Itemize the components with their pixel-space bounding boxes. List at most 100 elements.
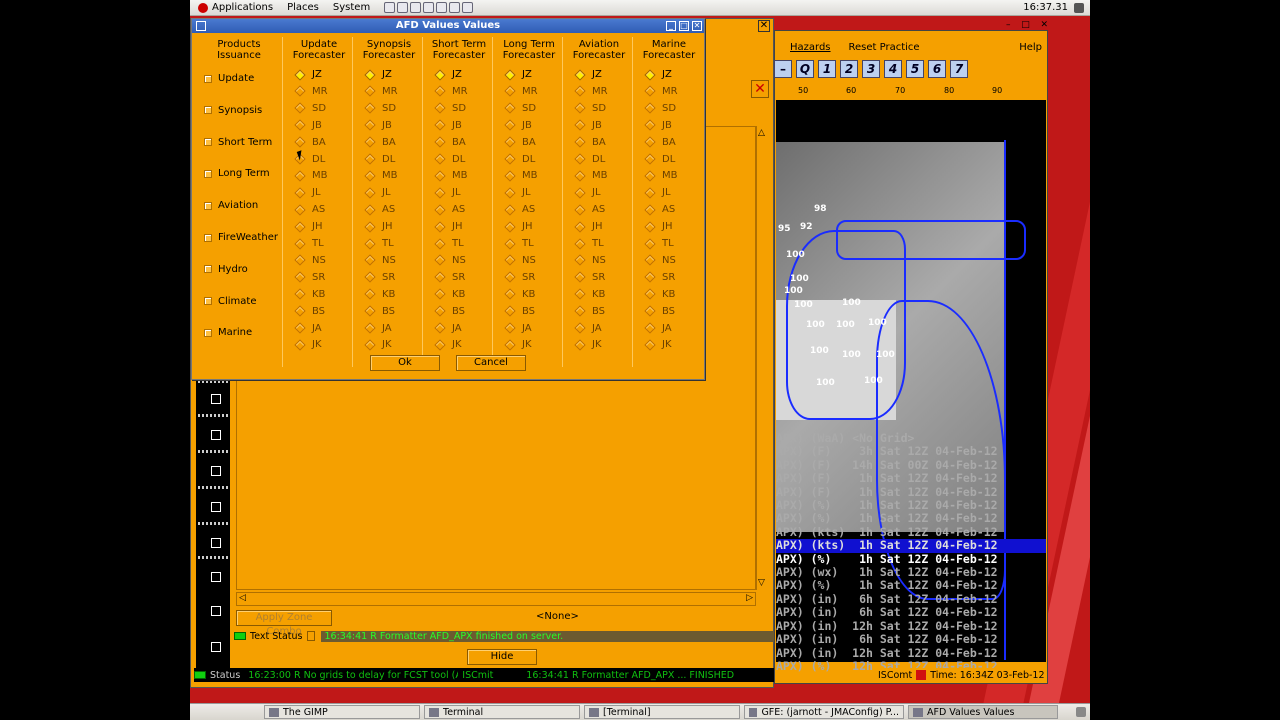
forecaster-radio[interactable]: JL <box>434 187 461 199</box>
grid-list-item[interactable]: APX) (%) 1h Sat 12Z 04-Feb-12 <box>776 498 1046 512</box>
forecaster-radio[interactable]: SD <box>504 102 536 114</box>
cancel-button[interactable]: Cancel <box>456 355 526 371</box>
task-afd-values[interactable]: AFD Values Values <box>908 705 1058 719</box>
grid-list-item[interactable]: APX) (%) 1h Sat 12Z 04-Feb-12 <box>776 579 1046 593</box>
forecaster-radio[interactable]: JZ <box>504 68 532 81</box>
forecaster-radio[interactable]: SR <box>574 271 605 283</box>
forecaster-radio[interactable]: BA <box>644 136 676 148</box>
forecaster-radio[interactable]: JK <box>574 339 602 351</box>
product-checkbox[interactable]: Hydro <box>204 264 248 275</box>
forecaster-radio[interactable]: JL <box>504 187 531 199</box>
time-scale[interactable]: 50 60 70 80 90 <box>776 84 1046 98</box>
forecaster-radio[interactable]: AS <box>364 204 395 216</box>
vertical-scrollbar[interactable]: △ ▽ <box>756 126 770 590</box>
forecaster-radio[interactable]: TL <box>434 237 464 250</box>
forecaster-radio[interactable]: KB <box>434 288 465 300</box>
dialog-title-bar[interactable]: AFD Values Values _ □ ✕ <box>192 19 704 33</box>
forecaster-radio[interactable]: NS <box>574 254 606 267</box>
forecaster-radio[interactable]: AS <box>574 204 605 216</box>
grid-list-item[interactable]: APX) (wx) 1h Sat 12Z 04-Feb-12 <box>776 565 1046 579</box>
forecaster-radio[interactable]: AS <box>294 204 325 216</box>
forecaster-radio[interactable]: DL <box>364 153 395 165</box>
forecaster-radio[interactable]: JK <box>434 339 462 351</box>
close-icon[interactable]: ✕ <box>1040 20 1048 32</box>
forecaster-radio[interactable]: DL <box>434 153 465 165</box>
forecaster-radio[interactable]: BA <box>434 136 466 148</box>
horizontal-scrollbar[interactable]: ◁ ▷ <box>236 592 756 606</box>
forecaster-radio[interactable]: BS <box>294 305 325 317</box>
minimize-icon[interactable]: – <box>1006 20 1011 32</box>
launcher-icon[interactable] <box>384 2 396 13</box>
window-menu-icon[interactable] <box>196 21 206 31</box>
maximize-icon[interactable]: □ <box>679 21 689 31</box>
forecaster-radio[interactable]: JH <box>364 220 392 233</box>
forecaster-radio[interactable]: MB <box>504 170 538 182</box>
trash-icon[interactable] <box>1076 707 1086 717</box>
grid-list-item[interactable]: APX) (kts) 1h Sat 12Z 04-Feb-12 <box>776 525 1046 539</box>
forecaster-radio[interactable]: KB <box>364 288 395 300</box>
close-icon[interactable]: ✕ <box>692 21 702 31</box>
forecaster-radio[interactable]: AS <box>504 204 535 216</box>
forecaster-radio[interactable]: MB <box>364 170 398 182</box>
grid-overview-strip[interactable] <box>196 380 230 670</box>
forecaster-radio[interactable]: JH <box>504 220 532 233</box>
forecaster-radio[interactable]: JA <box>574 322 602 334</box>
launcher-icon[interactable] <box>436 2 448 13</box>
product-checkbox[interactable]: FireWeather <box>204 232 278 243</box>
forecaster-radio[interactable]: JZ <box>574 68 602 81</box>
forecaster-radio[interactable]: KB <box>294 288 325 300</box>
ok-button[interactable]: Ok <box>370 355 440 371</box>
forecaster-radio[interactable]: JL <box>644 187 671 199</box>
forecaster-radio[interactable]: SR <box>644 271 675 283</box>
forecaster-radio[interactable]: MR <box>504 85 538 98</box>
help-menu[interactable]: Help <box>1019 42 1042 53</box>
forecaster-radio[interactable]: SR <box>294 271 325 283</box>
grid-list-item[interactable]: APX) (in) 6h Sat 12Z 04-Feb-12 <box>776 592 1046 606</box>
forecaster-radio[interactable]: BS <box>574 305 605 317</box>
iscmt-indicator[interactable] <box>916 670 927 680</box>
forecaster-radio[interactable]: NS <box>364 254 396 267</box>
launcher-icon[interactable] <box>397 2 409 13</box>
grid-list-item[interactable]: APX) (F) 1h Sat 12Z 04-Feb-12 <box>776 471 1046 485</box>
forecaster-radio[interactable]: BA <box>504 136 536 148</box>
q-button-4[interactable]: 4 <box>884 60 902 78</box>
forecaster-radio[interactable]: MR <box>644 85 678 98</box>
forecaster-radio[interactable]: SD <box>364 102 396 114</box>
forecaster-radio[interactable]: SD <box>574 102 606 114</box>
forecaster-radio[interactable]: BS <box>364 305 395 317</box>
forecaster-radio[interactable]: JK <box>294 339 322 351</box>
forecaster-radio[interactable]: SR <box>434 271 465 283</box>
task-gimp[interactable]: The GIMP <box>264 705 420 719</box>
forecaster-radio[interactable]: KB <box>644 288 675 300</box>
forecaster-radio[interactable]: JL <box>294 187 321 199</box>
forecaster-radio[interactable]: TL <box>574 237 604 250</box>
forecaster-radio[interactable]: KB <box>574 288 605 300</box>
q-button-3[interactable]: 3 <box>862 60 880 78</box>
forecaster-radio[interactable]: MR <box>364 85 398 98</box>
forecaster-radio[interactable]: MR <box>574 85 608 98</box>
forecaster-radio[interactable]: KB <box>504 288 535 300</box>
forecaster-radio[interactable]: BA <box>574 136 606 148</box>
forecaster-radio[interactable]: JK <box>364 339 392 351</box>
task-terminal-2[interactable]: [Terminal] <box>584 705 740 719</box>
forecaster-radio[interactable]: NS <box>504 254 536 267</box>
forecaster-radio[interactable]: DL <box>644 153 675 165</box>
system-menu[interactable]: System <box>333 2 370 13</box>
q-button-7[interactable]: 7 <box>950 60 968 78</box>
forecaster-radio[interactable]: JZ <box>434 68 462 81</box>
forecaster-radio[interactable]: JB <box>574 119 602 131</box>
forecaster-radio[interactable]: JH <box>434 220 462 233</box>
reset-practice-menu[interactable]: Reset Practice <box>849 42 920 53</box>
grid-list-item[interactable]: APX) (F) 1h Sat 12Z 04-Feb-12 <box>776 485 1046 499</box>
product-checkbox[interactable]: Short Term <box>204 137 272 148</box>
forecaster-radio[interactable]: TL <box>364 237 394 250</box>
product-checkbox[interactable]: Aviation <box>204 200 258 211</box>
grid-list-item[interactable]: APX) (%) 1h Sat 12Z 04-Feb-12 <box>776 512 1046 526</box>
forecaster-radio[interactable]: NS <box>294 254 326 267</box>
forecaster-radio[interactable]: SD <box>434 102 466 114</box>
forecaster-radio[interactable]: JH <box>644 220 672 233</box>
dash-button[interactable]: – <box>774 60 792 78</box>
grid-list-item[interactable]: APX) (WaA) <No Grid> <box>776 431 1046 445</box>
forecaster-radio[interactable]: TL <box>294 237 324 250</box>
grid-list-item[interactable]: APX) (kts) 1h Sat 12Z 04-Feb-12 <box>776 538 1046 553</box>
